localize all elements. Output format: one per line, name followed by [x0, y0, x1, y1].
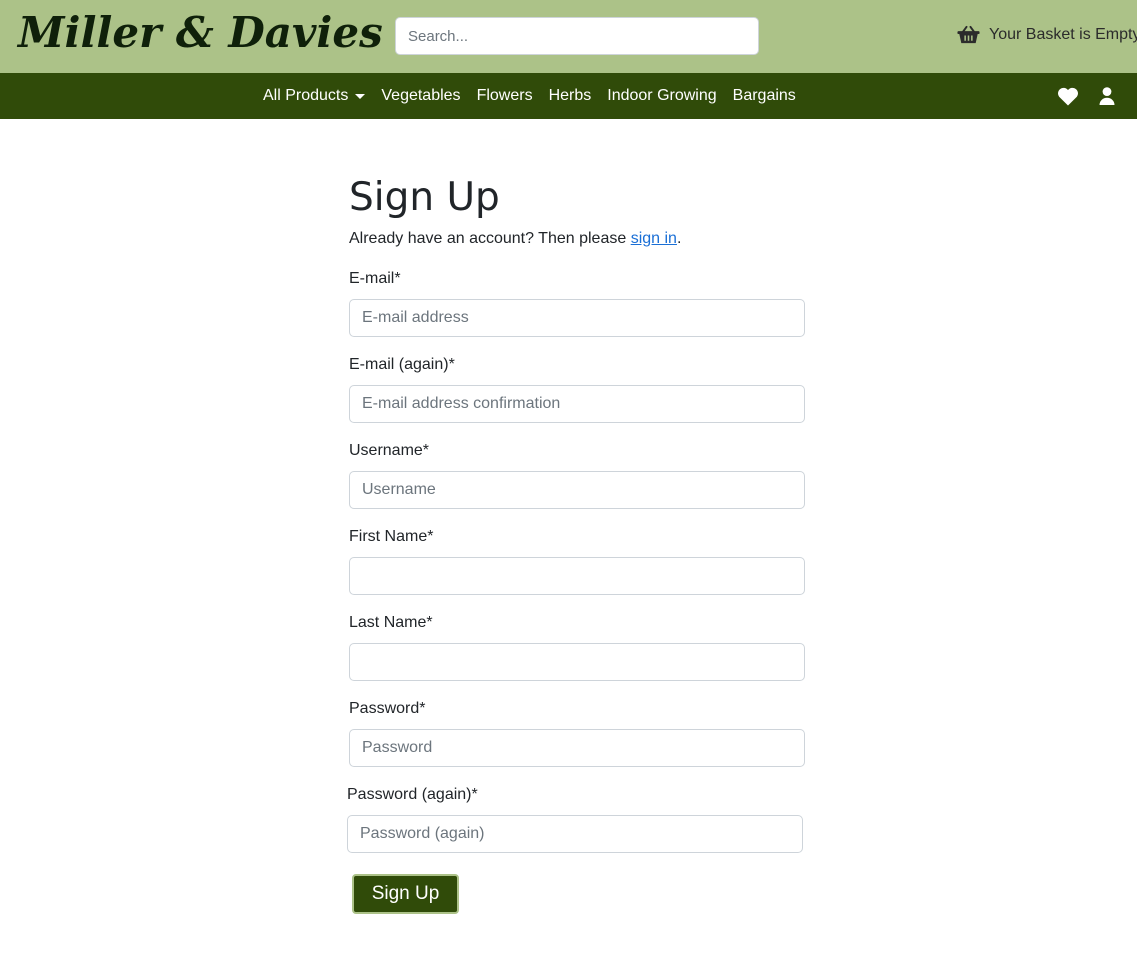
nav-item-flowers[interactable]: Flowers — [477, 87, 533, 105]
signin-prompt-text: Already have an account? Then please — [349, 230, 631, 247]
password-confirm-field[interactable] — [347, 815, 803, 853]
basket-icon — [957, 25, 980, 44]
user-icon[interactable] — [1099, 87, 1115, 105]
nav-item-all-products[interactable]: All Products — [263, 87, 366, 105]
email-field[interactable] — [349, 299, 805, 337]
nav-item-herbs[interactable]: Herbs — [549, 87, 592, 105]
password-confirm-label: Password (again)* — [347, 786, 478, 803]
signin-prompt-suffix: . — [676, 230, 682, 247]
sign-up-button[interactable]: Sign Up — [352, 874, 459, 914]
email-confirm-label: E-mail (again)* — [349, 356, 455, 373]
sign-in-link[interactable]: sign in — [631, 230, 677, 247]
last-name-field[interactable] — [349, 643, 805, 681]
nav-item-bargains[interactable]: Bargains — [733, 87, 796, 105]
heart-icon[interactable] — [1057, 87, 1079, 106]
username-field[interactable] — [349, 471, 805, 509]
last-name-label: Last Name* — [349, 614, 433, 631]
signup-form: Sign Up Already have an account? Then pl… — [349, 172, 805, 248]
nav-item-indoor-growing[interactable]: Indoor Growing — [607, 87, 716, 105]
header: Miller & Davies Your Basket is Empty — [0, 0, 1137, 73]
basket-status: Your Basket is Empty — [989, 26, 1137, 43]
username-label: Username* — [349, 442, 430, 459]
email-label: E-mail* — [349, 270, 401, 287]
nav-item-vegetables[interactable]: Vegetables — [381, 87, 460, 105]
nav-item-label: All Products — [263, 87, 349, 104]
basket-link[interactable]: Your Basket is Empty — [957, 25, 1137, 45]
first-name-label: First Name* — [349, 528, 434, 545]
search-input[interactable] — [395, 17, 759, 55]
password-field[interactable] — [349, 729, 805, 767]
password-label: Password* — [349, 700, 426, 717]
signin-prompt: Already have an account? Then please sig… — [349, 230, 805, 248]
logo[interactable]: Miller & Davies — [18, 8, 383, 57]
caret-down-icon — [355, 93, 366, 99]
page-title: Sign Up — [349, 175, 500, 220]
main-nav: All Products Vegetables Flowers Herbs In… — [0, 73, 1137, 119]
email-confirm-field[interactable] — [349, 385, 805, 423]
first-name-field[interactable] — [349, 557, 805, 595]
